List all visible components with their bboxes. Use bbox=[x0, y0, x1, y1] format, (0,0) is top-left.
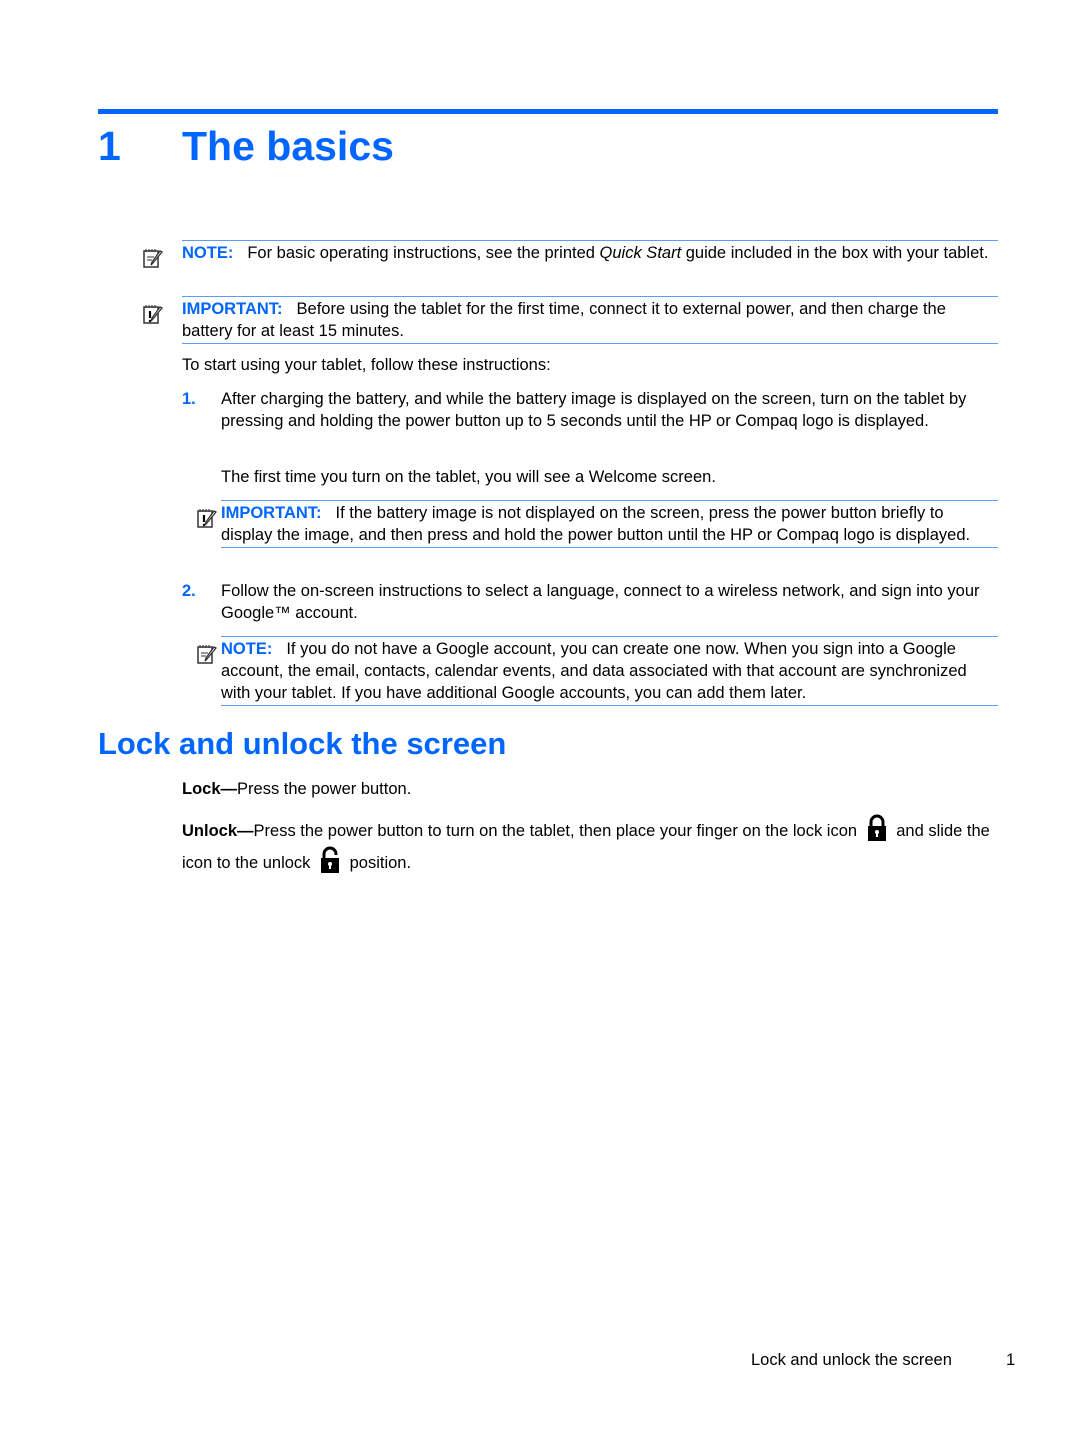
lock-paragraph: Lock—Press the power button. bbox=[182, 778, 998, 800]
note-pencil-icon bbox=[196, 643, 218, 665]
chapter-title: 1 The basics bbox=[98, 120, 394, 172]
step-number: 1. bbox=[182, 390, 196, 408]
note-text: For basic operating instructions, see th… bbox=[247, 244, 600, 262]
step-text: After charging the battery, and while th… bbox=[221, 390, 967, 430]
important-text: If the battery image is not displayed on… bbox=[221, 504, 971, 544]
unlock-paragraph: Unlock—Press the power button to turn on… bbox=[182, 814, 998, 878]
note-pencil-icon bbox=[142, 247, 164, 269]
note-text: If you do not have a Google account, you… bbox=[221, 640, 967, 702]
important-label: IMPORTANT: bbox=[182, 300, 283, 318]
chapter-number: 1 bbox=[98, 123, 121, 169]
important-pencil-icon bbox=[142, 303, 164, 325]
note-label: NOTE: bbox=[221, 640, 273, 658]
note-callout: NOTE: If you do not have a Google account… bbox=[221, 636, 998, 706]
note-callout: NOTE: For basic operating instructions, s… bbox=[182, 240, 998, 264]
step-followup: The first time you turn on the tablet, y… bbox=[221, 468, 716, 486]
note-label: NOTE: bbox=[182, 244, 234, 262]
important-callout: IMPORTANT: If the battery image is not di… bbox=[221, 500, 998, 548]
section-title: Lock and unlock the screen bbox=[98, 726, 507, 761]
unlock-text: Press the power button to turn on the ta… bbox=[253, 822, 858, 840]
footer-page-number: 1 bbox=[1006, 1351, 1016, 1369]
important-pencil-icon bbox=[196, 507, 218, 529]
lock-term: Lock— bbox=[182, 780, 238, 798]
unlock-text-after: position. bbox=[349, 854, 412, 872]
important-label: IMPORTANT: bbox=[221, 504, 322, 522]
step-number: 2. bbox=[182, 582, 196, 600]
intro-text: To start using your tablet, follow these… bbox=[182, 356, 551, 374]
footer-section-title: Lock and unlock the screen bbox=[751, 1351, 952, 1369]
chapter-title-text: The basics bbox=[182, 123, 394, 169]
padlock-open-icon bbox=[319, 846, 341, 874]
chapter-top-rule bbox=[98, 109, 998, 114]
important-text: Before using the tablet for the first ti… bbox=[182, 300, 946, 340]
important-callout: IMPORTANT: Before using the tablet for th… bbox=[182, 296, 998, 344]
lock-text: Press the power button. bbox=[237, 780, 412, 798]
note-emphasis: Quick Start bbox=[599, 244, 682, 262]
padlock-closed-icon bbox=[866, 814, 888, 842]
note-text-after: guide included in the box with your tabl… bbox=[681, 244, 989, 262]
step-text: Follow the on-screen instructions to sel… bbox=[221, 582, 980, 622]
unlock-term: Unlock— bbox=[182, 822, 254, 840]
